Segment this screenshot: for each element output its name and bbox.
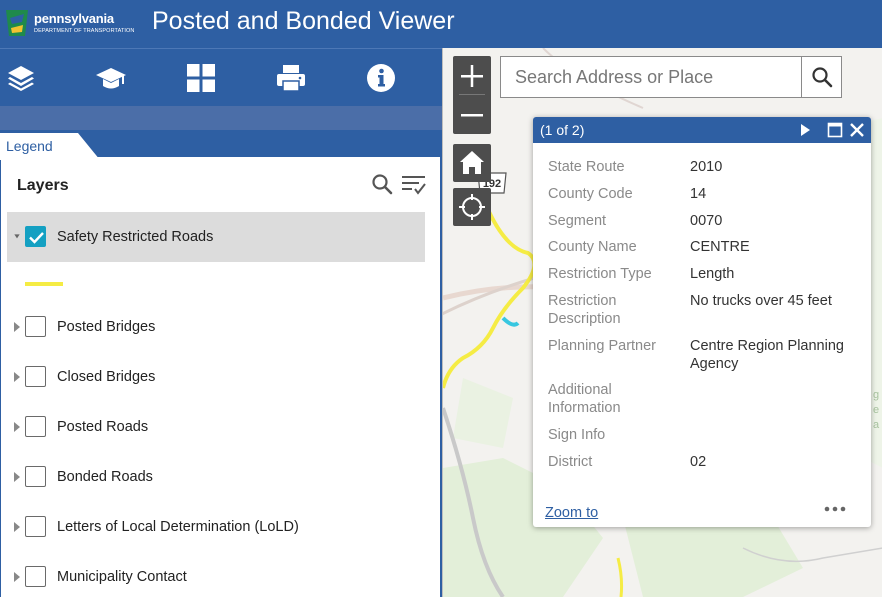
tab-legend[interactable]: Legend bbox=[6, 138, 53, 154]
print-icon bbox=[277, 65, 305, 92]
legend-line-swatch bbox=[25, 282, 63, 286]
attr-name: Restriction Type bbox=[548, 266, 652, 282]
logo-name: pennsylvania bbox=[34, 11, 114, 26]
close-icon[interactable] bbox=[849, 122, 865, 138]
attr-name: Restriction Description bbox=[548, 293, 621, 327]
minus-icon bbox=[461, 113, 483, 116]
zoom-in-button[interactable] bbox=[453, 56, 491, 95]
search-icon bbox=[812, 67, 833, 88]
home-icon bbox=[460, 151, 484, 174]
feature-popup: (1 of 2) State Route 2010 County Code 14… bbox=[533, 117, 871, 527]
about-button[interactable] bbox=[363, 61, 399, 95]
layer-row-posted-bridges[interactable]: Posted Bridges bbox=[7, 302, 425, 352]
more-options-icon[interactable] bbox=[823, 501, 847, 517]
tutorial-button[interactable] bbox=[93, 61, 129, 95]
layer-label: Safety Restricted Roads bbox=[57, 229, 214, 245]
next-feature-icon[interactable] bbox=[799, 123, 811, 137]
attr-name: County Code bbox=[548, 186, 633, 202]
layer-checkbox[interactable] bbox=[25, 566, 46, 587]
popup-header: (1 of 2) bbox=[533, 117, 871, 143]
search-button[interactable] bbox=[801, 57, 841, 97]
layer-label: Letters of Local Determination (LoLD) bbox=[57, 519, 299, 535]
layer-label: Posted Roads bbox=[57, 419, 149, 435]
zoom-control bbox=[453, 56, 491, 134]
layers-button[interactable] bbox=[3, 61, 39, 95]
attr-name: Additional Information bbox=[548, 382, 621, 416]
caret-down-icon[interactable] bbox=[12, 233, 22, 241]
attr-name: County Name bbox=[548, 239, 637, 255]
svg-text:a: a bbox=[873, 419, 880, 431]
info-icon bbox=[367, 64, 395, 92]
layer-checkbox[interactable] bbox=[25, 466, 46, 487]
layer-label: Municipality Contact bbox=[57, 569, 187, 585]
layer-checkbox[interactable] bbox=[25, 516, 46, 537]
zoom-to-link[interactable]: Zoom to bbox=[545, 505, 598, 521]
search-layers-button[interactable] bbox=[371, 173, 393, 195]
locate-button[interactable] bbox=[453, 188, 491, 226]
layer-list-container: Layers Safety Restricted Roads Posted Br… bbox=[1, 157, 440, 597]
attr-name: Planning Partner bbox=[548, 338, 657, 354]
layer-checkbox[interactable] bbox=[25, 316, 46, 337]
zoom-out-button[interactable] bbox=[453, 95, 491, 134]
attr-value: CENTRE bbox=[690, 239, 750, 255]
graduation-cap-icon bbox=[96, 68, 126, 89]
attr-value: 2010 bbox=[690, 159, 723, 175]
layer-checkbox[interactable] bbox=[25, 366, 46, 387]
attr-value: No trucks over 45 feet bbox=[690, 293, 832, 309]
penndot-logo: pennsylvania DEPARTMENT OF TRANSPORTATIO… bbox=[4, 8, 140, 38]
print-button[interactable] bbox=[273, 61, 309, 95]
attr-value: 0070 bbox=[690, 213, 723, 229]
search-icon bbox=[372, 174, 393, 195]
layer-label: Bonded Roads bbox=[57, 469, 153, 485]
attr-name: Sign Info bbox=[548, 427, 606, 443]
layer-panel: Legend Layers Safety Restricted Roads Po… bbox=[0, 130, 442, 597]
layer-checkbox[interactable] bbox=[25, 416, 46, 437]
search-input[interactable] bbox=[501, 57, 801, 97]
layer-checkbox[interactable] bbox=[25, 226, 46, 247]
attr-name: State Route bbox=[548, 159, 625, 175]
widget-toolbar bbox=[0, 48, 442, 106]
layer-row-bonded-roads[interactable]: Bonded Roads bbox=[7, 452, 425, 502]
caret-right-icon[interactable] bbox=[13, 571, 21, 583]
layer-label: Closed Bridges bbox=[57, 369, 156, 385]
app-header: pennsylvania DEPARTMENT OF TRANSPORTATIO… bbox=[0, 0, 882, 48]
layer-options-button[interactable] bbox=[401, 173, 427, 197]
layer-row-safety-restricted-roads[interactable]: Safety Restricted Roads bbox=[7, 212, 425, 262]
toolbar-divider-strip bbox=[0, 106, 442, 130]
filter-list-icon bbox=[402, 176, 426, 195]
plus-icon bbox=[461, 64, 483, 87]
checkmark-icon bbox=[29, 232, 44, 244]
caret-right-icon[interactable] bbox=[13, 471, 21, 483]
layer-row-posted-roads[interactable]: Posted Roads bbox=[7, 402, 425, 452]
logo-subtitle: DEPARTMENT OF TRANSPORTATION bbox=[34, 28, 135, 34]
attr-value: Centre Region Planning Agency bbox=[690, 338, 844, 372]
attr-name: District bbox=[548, 454, 593, 470]
caret-right-icon[interactable] bbox=[13, 371, 21, 383]
popup-count: (1 of 2) bbox=[540, 122, 585, 138]
layers-heading: Layers bbox=[17, 177, 69, 194]
layer-row-municipality-contact[interactable]: Municipality Contact bbox=[7, 552, 425, 597]
home-button[interactable] bbox=[453, 144, 491, 182]
layer-row-closed-bridges[interactable]: Closed Bridges bbox=[7, 352, 425, 402]
layer-label: Posted Bridges bbox=[57, 319, 156, 335]
app-title: Posted and Bonded Viewer bbox=[152, 7, 455, 35]
attr-value: 02 bbox=[690, 454, 707, 470]
caret-right-icon[interactable] bbox=[13, 521, 21, 533]
caret-right-icon[interactable] bbox=[13, 321, 21, 333]
layer-row-lold[interactable]: Letters of Local Determination (LoLD) bbox=[7, 502, 425, 552]
map-search bbox=[500, 56, 842, 98]
crosshair-icon bbox=[459, 194, 485, 220]
keystone-logo-icon bbox=[6, 10, 28, 36]
maximize-icon[interactable] bbox=[827, 122, 843, 138]
basemap-gallery-button[interactable] bbox=[183, 61, 219, 95]
caret-right-icon[interactable] bbox=[13, 421, 21, 433]
attr-value: Length bbox=[690, 266, 735, 282]
attr-name: Segment bbox=[548, 213, 607, 229]
grid-icon bbox=[187, 64, 215, 92]
layers-icon bbox=[8, 66, 34, 91]
svg-text:e: e bbox=[873, 404, 879, 416]
attr-value: 14 bbox=[690, 186, 707, 202]
svg-text:g: g bbox=[873, 389, 879, 401]
